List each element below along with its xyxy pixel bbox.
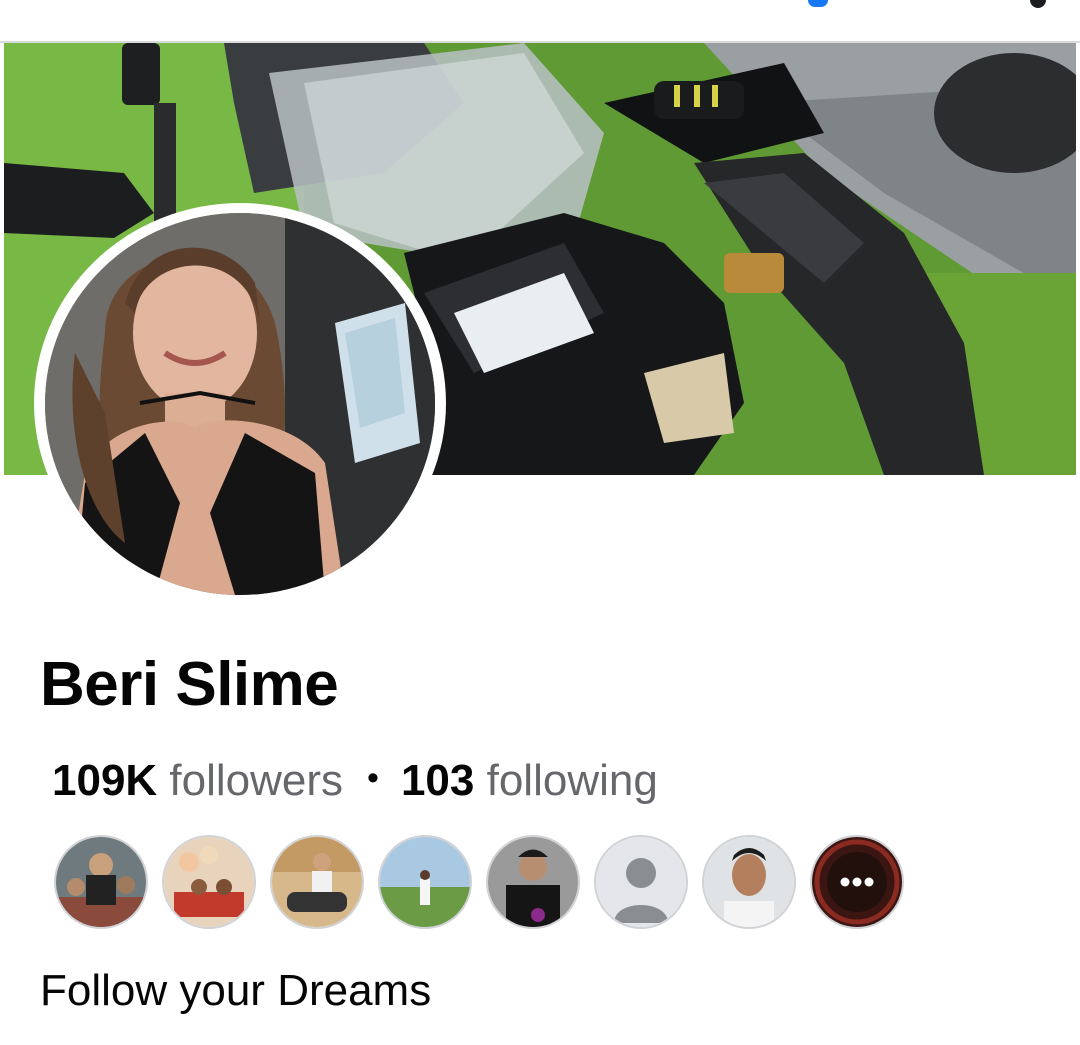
notification-icon[interactable] [808, 0, 828, 7]
stats-separator: • [367, 759, 379, 797]
more-followers-button[interactable] [810, 835, 904, 929]
profile-bio: Follow your Dreams [40, 966, 432, 1015]
follower-thumbnail[interactable] [702, 835, 796, 929]
profile-photo[interactable] [45, 213, 435, 595]
followers-link[interactable]: 109K followers [52, 756, 343, 805]
follower-thumbnail[interactable] [54, 835, 148, 929]
default-avatar-icon[interactable] [594, 835, 688, 929]
following-count: 103 [400, 756, 475, 805]
follower-thumbnail[interactable] [486, 835, 580, 929]
following-label: following [486, 756, 658, 805]
follower-thumbnail[interactable] [378, 835, 472, 929]
following-link[interactable]: 103 following [401, 756, 658, 805]
follower-thumbnail[interactable] [162, 835, 256, 929]
profile-name: Beri Slime [40, 650, 339, 719]
follower-thumbnail[interactable] [270, 835, 364, 929]
followers-count: 109K [52, 756, 158, 805]
more-icon-dot [840, 877, 850, 887]
follow-stats: 109K followers • 103 following [52, 750, 658, 809]
top-bar [0, 0, 1080, 43]
followers-label: followers [169, 756, 344, 805]
mutual-followers-row [54, 835, 904, 931]
menu-icon[interactable] [1030, 0, 1046, 8]
